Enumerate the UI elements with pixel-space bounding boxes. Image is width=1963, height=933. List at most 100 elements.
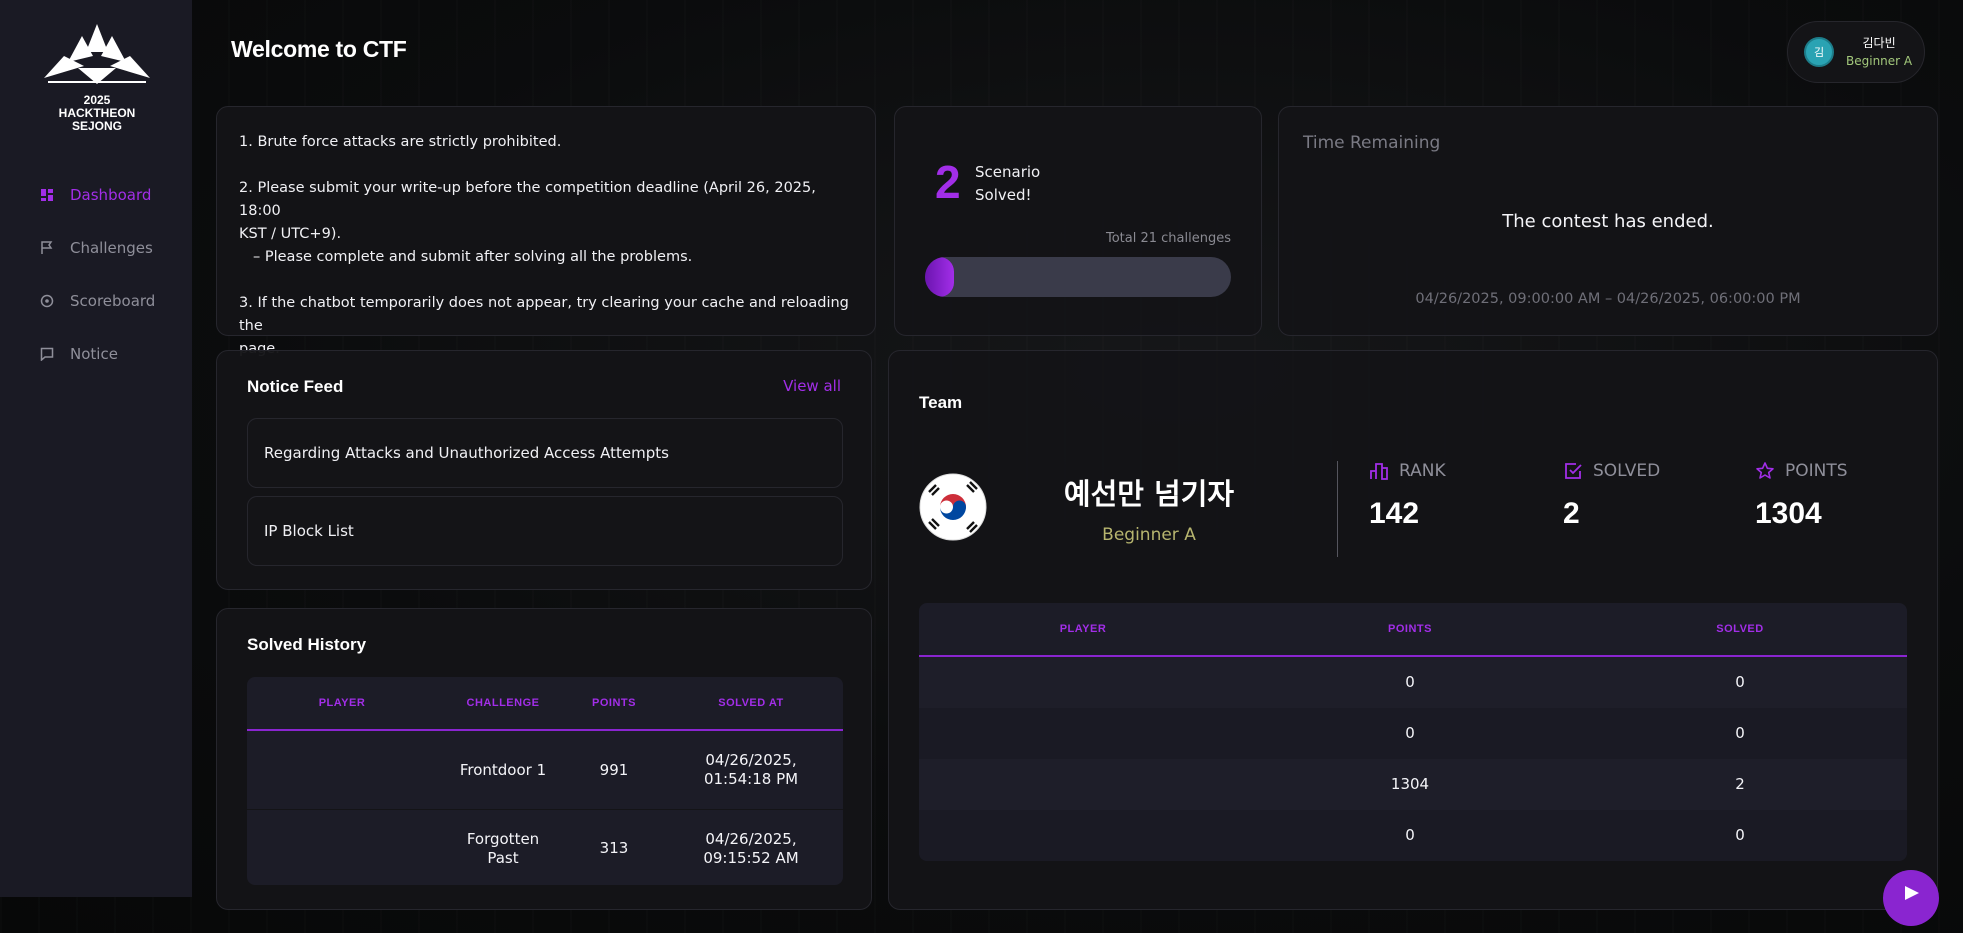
sidebar-item-label: Notice [70, 344, 118, 363]
stat-label: POINTS [1785, 461, 1848, 481]
sidebar-nav: Dashboard Challenges Scoreboard Notice [0, 168, 192, 380]
cell-points: 0 [1405, 826, 1415, 844]
cell-solved-date: 04/26/2025, [705, 829, 797, 848]
table-row: 0 0 [919, 657, 1907, 708]
view-all-link[interactable]: View all [783, 377, 841, 395]
table-row: Frontdoor 1 991 04/26/2025, 01:54:18 PM [247, 731, 843, 809]
total-challenges-label: Total 21 challenges [1105, 231, 1231, 246]
table-row: Forgotten Past 313 04/26/2025, 09:15:52 … [247, 809, 843, 885]
sidebar: 2025 HACKTHEON SEJONG Dashboard Challeng… [0, 0, 192, 897]
star-icon [1756, 462, 1774, 479]
time-remaining-card: Time Remaining The contest has ended. 04… [1278, 106, 1938, 336]
sidebar-item-label: Scoreboard [70, 291, 156, 310]
cell-solved-at: 04/26/2025, 09:15:52 AM [659, 830, 843, 868]
logo-city: SEJONG [71, 119, 122, 133]
user-meta: 김다빈 Beginner A [1846, 34, 1912, 70]
rule-2-cont: KST / UTC+9). [239, 226, 342, 242]
stat-value: 2 [1563, 497, 1580, 530]
sidebar-item-dashboard[interactable]: Dashboard [0, 168, 192, 221]
sidebar-item-challenges[interactable]: Challenges [0, 221, 192, 274]
cell-solved: 0 [1735, 826, 1745, 844]
rules-card: 1. Brute force attacks are strictly proh… [216, 106, 876, 357]
flag-icon [41, 240, 53, 254]
cell-points: 0 [1405, 673, 1415, 691]
progress-bar [925, 257, 1231, 297]
logo-mark-icon [44, 24, 150, 84]
solved-history-card: Solved History PLAYER CHALLENGE POINTS S… [216, 608, 872, 910]
contest-status: The contest has ended. [1502, 211, 1714, 232]
team-card: Team 예선만 넘기자 Beginner A RANK 142 SOLVED … [888, 350, 1938, 910]
user-profile-chip[interactable]: 김 김다빈 Beginner A [1787, 21, 1925, 83]
stat-label: RANK [1399, 461, 1446, 481]
column-header-player: PLAYER [1059, 623, 1107, 635]
rule-2: 2. Please submit your write-up before th… [239, 180, 816, 219]
contest-time-range: 04/26/2025, 09:00:00 AM – 04/26/2025, 06… [1415, 291, 1801, 307]
user-name: 김다빈 [1862, 36, 1896, 50]
cell-challenge: Forgotten Past [437, 830, 569, 868]
sidebar-item-label: Challenges [70, 238, 153, 257]
cell-points: 313 [599, 839, 629, 857]
solved-count: 2 [935, 156, 961, 208]
solved-history-title: Solved History [247, 635, 367, 654]
cell-challenge-line2: Past [487, 848, 519, 867]
solved-label-line1: Scenario [975, 163, 1041, 181]
team-members-table: PLAYER POINTS SOLVED 0 0 0 0 1304 2 0 0 [919, 603, 1907, 861]
notice-item[interactable]: IP Block List [247, 496, 843, 566]
stat-rank: RANK 142 [1369, 461, 1446, 531]
notice-item[interactable]: Regarding Attacks and Unauthorized Acces… [247, 418, 843, 488]
column-header-challenge: CHALLENGE [466, 697, 540, 709]
sidebar-item-label: Dashboard [70, 185, 152, 204]
column-header-solved-at: SOLVED AT [718, 697, 784, 709]
rank-icon [1370, 463, 1388, 480]
cell-solved: 0 [1735, 673, 1745, 691]
stat-points: POINTS 1304 [1755, 461, 1848, 531]
team-name: 예선만 넘기자 [1063, 477, 1235, 511]
page-title: Welcome to CTF [231, 36, 407, 62]
stat-value: 142 [1369, 497, 1420, 530]
table-row: 1304 2 [919, 759, 1907, 810]
scoreboard-icon [40, 294, 54, 307]
rule-1: 1. Brute force attacks are strictly proh… [239, 134, 562, 150]
column-header-points: POINTS [592, 697, 636, 709]
table-header: PLAYER CHALLENGE POINTS SOLVED AT [247, 677, 843, 731]
team-tier: Beginner A [1102, 525, 1196, 545]
column-header-solved: SOLVED [1716, 623, 1764, 635]
cell-solved-date: 04/26/2025, [705, 751, 797, 769]
dashboard-icon [41, 188, 53, 201]
rule-3: 3. If the chatbot temporarily does not a… [239, 295, 849, 334]
team-title: Team [919, 393, 963, 412]
checkbox-icon [1565, 463, 1582, 479]
cell-solved-time: 01:54:18 PM [703, 770, 799, 788]
cell-points: 1304 [1390, 775, 1430, 793]
progress-bar-fill [925, 257, 955, 297]
solved-history-table: PLAYER CHALLENGE POINTS SOLVED AT Frontd… [247, 677, 843, 885]
stat-value: 1304 [1755, 497, 1822, 530]
notice-feed-card: Notice Feed View all Regarding Attacks a… [216, 350, 872, 590]
cell-challenge: Frontdoor 1 [459, 760, 547, 779]
logo-text: 2025 HACKTHEON SEJONG [38, 94, 156, 133]
cell-points: 991 [599, 760, 629, 779]
cell-solved: 2 [1735, 775, 1745, 793]
rule-2-note: – Please complete and submit after solvi… [253, 249, 693, 265]
hacktheon-logo[interactable]: 2025 HACKTHEON SEJONG [38, 22, 156, 133]
chat-icon [1905, 886, 1919, 900]
cell-solved-time: 09:15:52 AM [703, 848, 799, 867]
progress-card: 2 Scenario Solved! Total 21 challenges [894, 106, 1262, 336]
solved-label: Scenario Solved! [975, 161, 1040, 207]
column-header-player: PLAYER [318, 697, 366, 709]
time-remaining-title: Time Remaining [1303, 133, 1441, 153]
table-header: PLAYER POINTS SOLVED [919, 603, 1907, 657]
table-row: 0 0 [919, 810, 1907, 861]
cell-challenge-line1: Forgotten [466, 829, 540, 848]
korea-flag-icon [919, 473, 987, 541]
user-tier: Beginner A [1846, 54, 1913, 68]
chatbot-button[interactable] [1883, 870, 1939, 926]
message-icon [40, 347, 54, 361]
notice-feed-title: Notice Feed [247, 377, 344, 396]
cell-points: 0 [1405, 724, 1415, 742]
solved-label-line2: Solved! [975, 186, 1032, 204]
avatar: 김 [1804, 37, 1834, 67]
cell-solved: 0 [1735, 724, 1745, 742]
sidebar-item-scoreboard[interactable]: Scoreboard [0, 274, 192, 327]
sidebar-item-notice[interactable]: Notice [0, 327, 192, 380]
